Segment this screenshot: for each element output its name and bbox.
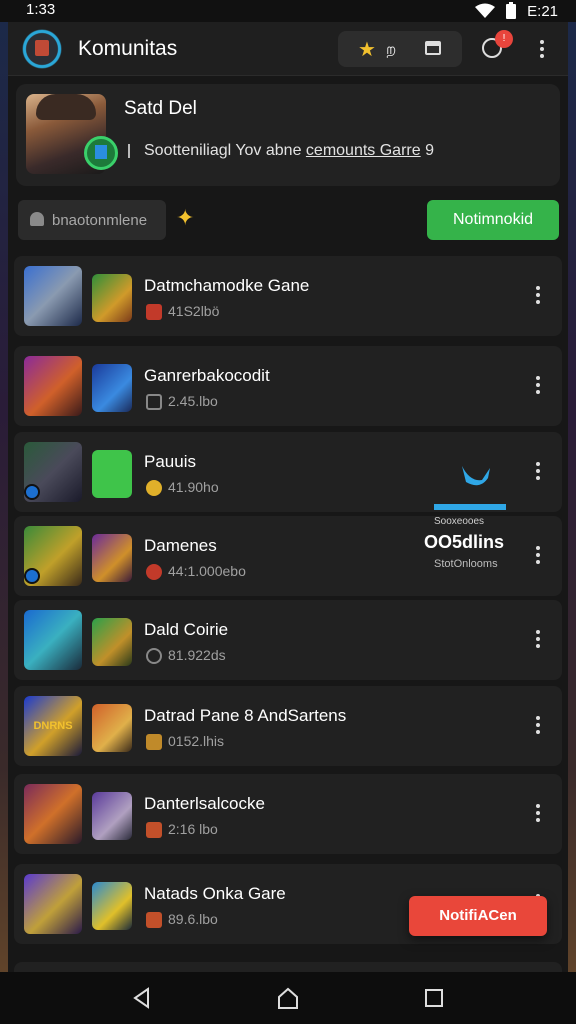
- status-bar: 1:33 E:21: [0, 0, 576, 22]
- item-menu-icon[interactable]: [536, 804, 540, 822]
- sparkle-icon[interactable]: ✦: [176, 205, 194, 231]
- game-icon: [92, 450, 132, 498]
- points-pill[interactable]: ★ ற: [338, 31, 462, 67]
- game-title: Dald Coirie: [144, 620, 229, 639]
- overlay-subtext: StotOnlooms: [434, 558, 498, 570]
- profile-subtitle-prefix: Sootteniliagl Yov abne: [144, 142, 306, 159]
- app-logo-icon[interactable]: [22, 29, 62, 69]
- game-thumbnail: [24, 356, 82, 416]
- overlay-divider: [434, 504, 506, 510]
- game-title: Pauuis: [144, 452, 196, 471]
- status-clock: E:21: [527, 2, 558, 20]
- game-meta: 81.922ds: [168, 647, 226, 663]
- battery-icon: [506, 2, 517, 19]
- category-icon: [146, 394, 162, 410]
- status-icons: E:21: [475, 0, 558, 22]
- category-icon: [146, 734, 162, 750]
- game-meta: 44:1.000ebo: [168, 563, 246, 579]
- list-item[interactable]: Datmchamodke Gane 41S2lbö: [14, 256, 562, 336]
- item-menu-icon[interactable]: [536, 376, 540, 394]
- notify-button[interactable]: Notimnokid: [427, 200, 559, 240]
- game-icon: [92, 274, 132, 322]
- game-title: Ganrerbakocodit: [144, 366, 270, 385]
- list-item[interactable]: DNRNS Datrad Pane 8 AndSartens 0152.lhis: [14, 686, 562, 766]
- category-icon: [146, 564, 162, 580]
- bird-icon: [462, 466, 490, 486]
- item-menu-icon[interactable]: [536, 630, 540, 648]
- platform-badge-icon: [24, 568, 40, 584]
- overlay-count: OO5dlins: [424, 532, 505, 552]
- game-thumbnail: [24, 874, 82, 934]
- system-nav-bar: [0, 972, 576, 1024]
- game-meta: 41S2lbö: [168, 303, 220, 319]
- overlay-small-text: Sooxeooes: [434, 516, 485, 527]
- notification-badge: !: [495, 30, 513, 48]
- profile-subtitle-link[interactable]: cemounts Garre: [306, 142, 421, 159]
- list-item[interactable]: Danterlsalcocke 2:16 lbo: [14, 774, 562, 854]
- game-meta: 0152.lhis: [168, 733, 225, 749]
- search-placeholder: bnaotonmlene: [52, 212, 148, 229]
- profile-card[interactable]: Satd Del Sootteniliagl Yov abne cemounts…: [16, 84, 560, 186]
- store-icon: [425, 41, 441, 55]
- points-label: ற: [386, 41, 397, 58]
- game-thumbnail: [24, 784, 82, 844]
- profile-subtitle-suffix: 9: [420, 142, 434, 159]
- list-item[interactable]: Dald Coirie 81.922ds: [14, 600, 562, 680]
- profile-name: Satd Del: [124, 98, 197, 119]
- page-title: Komunitas: [78, 37, 178, 60]
- item-menu-icon[interactable]: [536, 716, 540, 734]
- overflow-menu-icon[interactable]: [540, 40, 544, 58]
- category-icon: [146, 648, 162, 664]
- profile-subtitle: Sootteniliagl Yov abne cemounts Garre 9: [128, 142, 434, 160]
- share-overlay[interactable]: Sooxeooes OO5dlins StotOnlooms: [420, 456, 512, 576]
- info-icon: [128, 143, 138, 158]
- game-title: Datmchamodke Gane: [144, 276, 310, 295]
- game-list: Datmchamodke Gane 41S2lbö Ganrerbakocodi…: [14, 256, 562, 972]
- item-menu-icon[interactable]: [536, 286, 540, 304]
- game-meta: 41.90ho: [168, 479, 219, 495]
- category-icon: [146, 912, 162, 928]
- game-title: Natads Onka Gare: [144, 884, 286, 903]
- star-icon: ★: [358, 39, 376, 61]
- home-icon[interactable]: [276, 986, 300, 1010]
- game-icon: [92, 364, 132, 412]
- recents-icon[interactable]: [422, 986, 446, 1010]
- notification-toast-button[interactable]: NotifiACen: [409, 896, 547, 936]
- game-icon: [92, 882, 132, 930]
- wifi-icon: [475, 3, 496, 18]
- item-menu-icon[interactable]: [536, 546, 540, 564]
- app-bar: Komunitas ★ ற !: [8, 22, 568, 76]
- user-icon: [30, 212, 44, 226]
- game-meta: 2:16 lbo: [168, 821, 218, 837]
- game-title: Danterlsalcocke: [144, 794, 265, 813]
- game-thumbnail: [24, 266, 82, 326]
- category-icon: [146, 480, 162, 496]
- game-icon: [92, 618, 132, 666]
- category-icon: [146, 304, 162, 320]
- item-menu-icon[interactable]: [536, 462, 540, 480]
- list-item[interactable]: Ganrerbakocodit 2.45.lbo: [14, 346, 562, 426]
- game-icon: [92, 792, 132, 840]
- category-icon: [146, 822, 162, 838]
- list-item[interactable]: [14, 962, 562, 972]
- game-icon: [92, 704, 132, 752]
- game-title: Datrad Pane 8 AndSartens: [144, 706, 347, 725]
- game-icon: [92, 534, 132, 582]
- game-thumbnail: [24, 610, 82, 670]
- verified-badge-icon: [84, 136, 118, 170]
- game-title: Damenes: [144, 536, 217, 555]
- search-field[interactable]: bnaotonmlene: [18, 200, 166, 240]
- platform-badge-icon: [24, 484, 40, 500]
- game-meta: 2.45.lbo: [168, 393, 218, 409]
- back-icon[interactable]: [130, 986, 154, 1010]
- game-thumbnail: DNRNS: [24, 696, 82, 756]
- game-meta: 89.6.lbo: [168, 911, 218, 927]
- status-time: 1:33: [26, 1, 56, 18]
